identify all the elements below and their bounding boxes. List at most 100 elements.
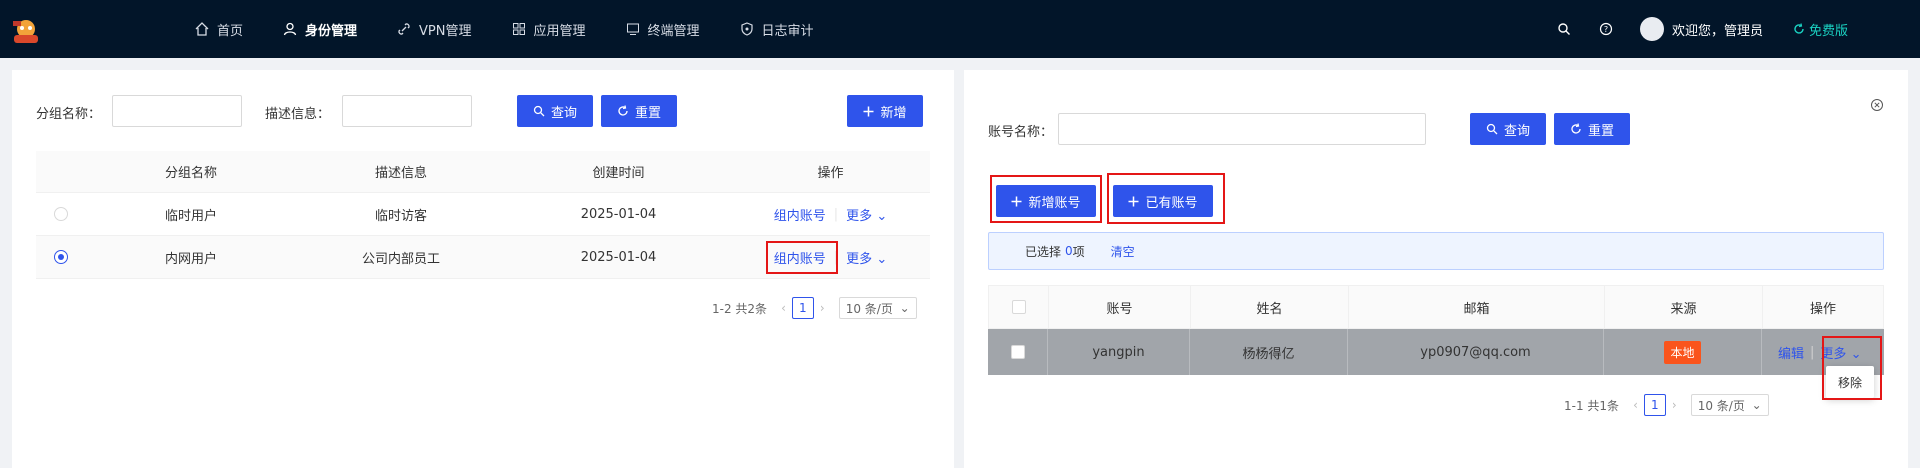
chevron-down-icon: ⌄ <box>1850 346 1862 362</box>
table-row[interactable]: 内网用户 公司内部员工 2025-01-04 组内账号 | 更多 ⌄ <box>36 236 930 279</box>
account-name-label: 账号名称： <box>988 125 1054 140</box>
page-size-label: 10 条/页 <box>845 301 893 316</box>
avatar[interactable] <box>1639 17 1664 41</box>
query-button[interactable]: 查询 <box>517 95 593 127</box>
nav-item-terminal[interactable]: 终端管理 <box>626 20 700 39</box>
chevron-down-icon: ⌄ <box>1751 398 1762 412</box>
more-label: 更多 <box>1820 346 1847 362</box>
refresh-icon <box>1571 123 1581 134</box>
select-col <box>36 151 86 192</box>
chevron-down-icon: ⌄ <box>876 251 888 267</box>
group-name-label: 分组名称： <box>36 107 102 122</box>
row-radio[interactable] <box>54 207 68 221</box>
pager-total: 1-1 共1条 <box>1564 398 1620 413</box>
selection-count: 0 <box>1065 244 1073 258</box>
group-name-input[interactable] <box>112 95 242 127</box>
more-link[interactable]: 更多 ⌄ <box>846 205 887 224</box>
col-email: 邮箱 <box>1349 286 1605 328</box>
welcome-text[interactable]: 欢迎您，管理员 <box>1672 20 1763 39</box>
nav-label: 终端管理 <box>647 23 700 39</box>
remove-menu-item[interactable]: 移除 <box>1838 374 1862 391</box>
close-icon[interactable] <box>1870 98 1884 112</box>
divider: | <box>833 206 839 222</box>
select-all-checkbox[interactable] <box>1011 300 1026 314</box>
logo-icon[interactable] <box>10 17 42 45</box>
group-table-header: 分组名称 描述信息 创建时间 操作 <box>36 151 930 193</box>
query-button[interactable]: 查询 <box>1470 113 1546 145</box>
nav-label: VPN管理 <box>419 23 472 39</box>
clear-selection-link[interactable]: 清空 <box>1111 243 1135 260</box>
chevron-left-icon[interactable]: ‹ <box>1633 398 1638 412</box>
plan-label: 免费版 <box>1808 23 1848 39</box>
search-icon <box>533 105 545 117</box>
top-right-area: ? 欢迎您，管理员 免费版 <box>1556 0 1920 58</box>
row-radio[interactable] <box>54 250 68 264</box>
chevron-right-icon[interactable]: › <box>1672 398 1677 412</box>
col-account: 账号 <box>1049 286 1191 328</box>
existing-account-label: 已有账号 <box>1145 195 1198 211</box>
plan-link[interactable]: 免费版 <box>1793 20 1848 39</box>
help-icon[interactable]: ? <box>1598 21 1614 37</box>
page-number[interactable]: 1 <box>791 297 814 319</box>
chevron-right-icon[interactable]: › <box>820 301 825 315</box>
col-actions: 操作 <box>817 166 844 181</box>
page-size-select[interactable]: 10 条/页 ⌄ <box>1690 394 1769 416</box>
row-checkbox[interactable] <box>1010 345 1025 359</box>
selection-bar: 已选择 0 项 清空 <box>988 232 1884 270</box>
col-name: 姓名 <box>1191 286 1349 328</box>
reset-label: 重置 <box>634 105 661 121</box>
more-link[interactable]: 更多 ⌄ <box>846 248 887 267</box>
new-account-label: 新增账号 <box>1028 195 1081 211</box>
group-panel: 分组名称： 描述信息： 查询 重置 新增 分组名称 描述信息 创建时间 操作 临… <box>12 70 954 468</box>
chevron-left-icon[interactable]: ‹ <box>781 301 786 315</box>
reset-button[interactable]: 重置 <box>1554 113 1630 145</box>
page-size-select[interactable]: 10 条/页 ⌄ <box>838 297 917 319</box>
group-accounts-link[interactable]: 组内账号 <box>774 248 826 267</box>
reset-label: 重置 <box>1587 123 1614 139</box>
col-created: 创建时间 <box>592 166 645 181</box>
edit-link[interactable]: 编辑 <box>1778 343 1804 362</box>
table-row[interactable]: 临时用户 临时访客 2025-01-04 组内账号 | 更多 ⌄ <box>36 193 930 236</box>
nav-item-vpn[interactable]: VPN管理 <box>397 20 472 39</box>
more-label: 更多 <box>846 251 873 267</box>
group-accounts-link[interactable]: 组内账号 <box>774 205 826 224</box>
nav-item-apps[interactable]: 应用管理 <box>512 20 586 39</box>
existing-account-button[interactable]: 已有账号 <box>1113 185 1213 217</box>
nav-label: 首页 <box>217 23 244 39</box>
account-panel: 账号名称： 查询 重置 新增账号 已有账号 已选择 0 项 清空 账号 姓名 邮… <box>964 70 1908 468</box>
top-navbar: 首页 身份管理 VPN管理 应用管理 终端管理 日志审计 ? 欢迎您，管理员 免… <box>0 0 1920 58</box>
cell-created: 2025-01-04 <box>580 249 657 265</box>
nav-item-identity[interactable]: 身份管理 <box>283 20 357 39</box>
main-nav: 首页 身份管理 VPN管理 应用管理 终端管理 日志审计 <box>195 0 854 58</box>
pagination: 1-2 共2条 ‹ 1 › 10 条/页 ⌄ <box>712 297 917 319</box>
more-link[interactable]: 更多 ⌄ <box>1820 343 1861 362</box>
search-icon[interactable] <box>1556 21 1572 37</box>
page-number[interactable]: 1 <box>1643 394 1666 416</box>
col-group-name: 分组名称 <box>164 166 217 181</box>
table-row[interactable]: yangpin 杨杨得亿 yp0907@qq.com 本地 编辑 | 更多 ⌄ <box>988 329 1884 375</box>
chevron-down-icon: ⌄ <box>876 208 888 224</box>
chevron-down-icon: ⌄ <box>899 301 910 315</box>
cell-name: 杨杨得亿 <box>1190 329 1348 375</box>
monitor-icon <box>626 23 639 35</box>
plus-icon <box>863 106 874 116</box>
apps-icon <box>512 23 525 35</box>
cell-desc: 公司内部员工 <box>361 251 440 267</box>
account-name-input[interactable] <box>1058 113 1426 145</box>
more-dropdown: 移除 <box>1826 366 1874 398</box>
pagination: 1-1 共1条 ‹ 1 › 10 条/页 ⌄ <box>1564 394 1769 416</box>
desc-input[interactable] <box>342 95 472 127</box>
user-icon <box>283 22 297 36</box>
plus-icon <box>1128 196 1139 206</box>
reset-button[interactable]: 重置 <box>601 95 677 127</box>
col-source: 来源 <box>1605 286 1763 328</box>
nav-item-home[interactable]: 首页 <box>195 20 243 39</box>
nav-item-audit[interactable]: 日志审计 <box>740 20 814 39</box>
add-group-button[interactable]: 新增 <box>847 95 923 127</box>
query-label: 查询 <box>550 105 577 121</box>
new-account-button[interactable]: 新增账号 <box>996 185 1096 217</box>
svg-text:?: ? <box>1604 25 1608 34</box>
source-badge: 本地 <box>1664 340 1701 364</box>
cell-group-name: 内网用户 <box>164 251 217 267</box>
divider: | <box>833 249 839 265</box>
